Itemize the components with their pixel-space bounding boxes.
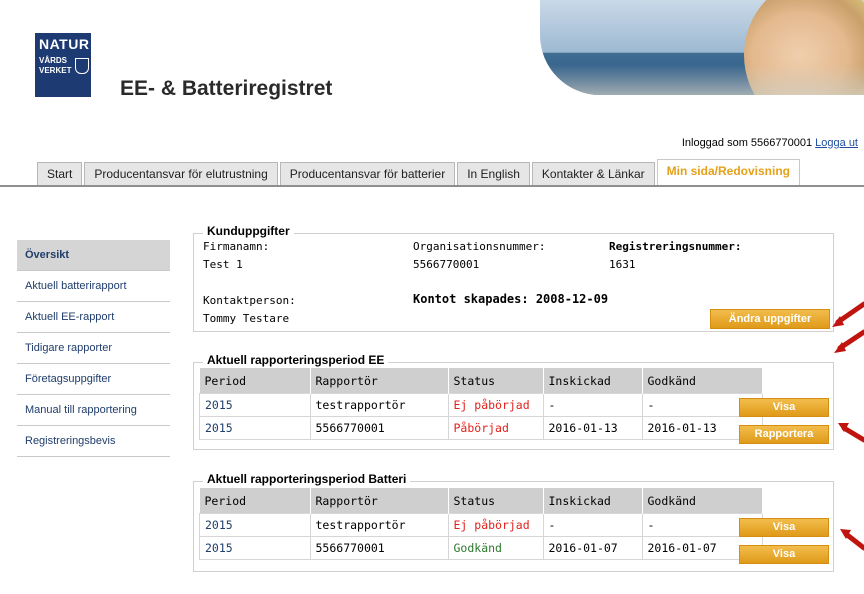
battery-period-legend: Aktuell rapporteringsperiod Batteri — [203, 472, 411, 486]
reg-number-label: Registreringsnummer: — [609, 240, 742, 253]
tab-english[interactable]: In English — [457, 162, 530, 185]
tab-min-sida[interactable]: Min sida/Redovisning — [656, 159, 800, 186]
sent-cell: - — [542, 513, 643, 537]
edit-details-button[interactable]: Ändra uppgifter — [710, 309, 830, 329]
reporter-cell: 5566770001 — [309, 536, 449, 560]
table-row: 2015 testrapportör Ej påbörjad - - — [199, 513, 763, 537]
column-header: Status — [448, 488, 544, 514]
view-button[interactable]: Visa — [739, 398, 829, 417]
column-header: Inskickad — [543, 368, 643, 394]
column-header: Inskickad — [543, 488, 643, 514]
table-row: 2015 5566770001 Påbörjad 2016-01-13 2016… — [199, 416, 763, 440]
status-cell: Påbörjad — [447, 416, 544, 440]
logo-text: VERKET — [39, 66, 72, 75]
arrow-icon — [841, 425, 864, 443]
main-tabs: Start Producentansvar för elutrustning P… — [37, 159, 800, 186]
tab-kontakter[interactable]: Kontakter & Länkar — [531, 162, 655, 185]
ee-period-legend: Aktuell rapporteringsperiod EE — [203, 353, 389, 367]
view-button[interactable]: Visa — [739, 545, 829, 564]
org-number-value: 5566770001 — [413, 258, 480, 271]
period-cell: 2015 — [199, 513, 311, 537]
view-button[interactable]: Visa — [739, 518, 829, 537]
reporter-cell: testrapportör — [309, 513, 449, 537]
column-header: Status — [448, 368, 544, 394]
table-header-row: Period Rapportör Status Inskickad Godkän… — [199, 368, 763, 394]
sidebar-item-batterirapport[interactable]: Aktuell batterirapport — [17, 271, 170, 302]
sent-cell: - — [542, 393, 643, 417]
arrow-icon — [843, 531, 864, 551]
account-created: Kontot skapades: 2008-12-09 — [413, 292, 609, 306]
sidebar-item-ee-rapport[interactable]: Aktuell EE-rapport — [17, 302, 170, 333]
ee-period-table: Period Rapportör Status Inskickad Godkän… — [199, 368, 763, 440]
column-header: Period — [199, 488, 311, 514]
period-cell: 2015 — [199, 536, 311, 560]
report-button[interactable]: Rapportera — [739, 425, 829, 444]
sent-cell: 2016-01-07 — [542, 536, 643, 560]
status-cell: Ej påbörjad — [447, 393, 544, 417]
arrow-icon — [835, 301, 864, 325]
tab-batterier[interactable]: Producentansvar för batterier — [279, 162, 456, 185]
tab-divider — [0, 185, 864, 187]
battery-period-table: Period Rapportör Status Inskickad Godkän… — [199, 488, 763, 560]
sidebar-item-oversikt[interactable]: Översikt — [17, 240, 170, 271]
sent-cell: 2016-01-13 — [542, 416, 643, 440]
tab-elutrustning[interactable]: Producentansvar för elutrustning — [84, 162, 278, 185]
logo-text: VÅRDS — [39, 56, 68, 65]
sidebar-item-registreringsbevis[interactable]: Registreringsbevis — [17, 426, 170, 457]
period-cell: 2015 — [199, 393, 311, 417]
table-header-row: Period Rapportör Status Inskickad Godkän… — [199, 488, 763, 514]
table-row: 2015 testrapportör Ej påbörjad - - — [199, 393, 763, 417]
naturvardsverket-logo: NATUR VÅRDS VERKET — [35, 33, 91, 97]
reg-number-value: 1631 — [609, 258, 636, 271]
contact-label: Kontaktperson: — [203, 294, 296, 307]
logo-text: NATUR — [39, 36, 90, 52]
org-number-label: Organisationsnummer: — [413, 240, 546, 253]
column-header: Rapportör — [310, 368, 449, 394]
status-cell: Ej påbörjad — [447, 513, 544, 537]
column-header: Godkänd — [642, 368, 763, 394]
sidebar-item-foretagsuppgifter[interactable]: Företagsuppgifter — [17, 364, 170, 395]
table-row: 2015 5566770001 Godkänd 2016-01-07 2016-… — [199, 536, 763, 560]
column-header: Rapportör — [310, 488, 449, 514]
header-photo — [540, 0, 864, 95]
sidebar-item-manual[interactable]: Manual till rapportering — [17, 395, 170, 426]
customer-info-legend: Kunduppgifter — [203, 224, 294, 238]
status-cell: Godkänd — [447, 536, 544, 560]
company-label: Firmanamn: — [203, 240, 270, 253]
reporter-cell: 5566770001 — [309, 416, 449, 440]
reporter-cell: testrapportör — [309, 393, 449, 417]
tab-start[interactable]: Start — [37, 162, 83, 185]
contact-value: Tommy Testare — [203, 312, 290, 325]
logout-link[interactable]: Logga ut — [815, 137, 858, 149]
sidebar: Översikt Aktuell batterirapport Aktuell … — [17, 240, 170, 457]
period-cell: 2015 — [199, 416, 311, 440]
login-status: Inloggad som 5566770001 Logga ut — [682, 137, 858, 149]
annotation-arrows — [832, 301, 864, 551]
login-text: Inloggad som 5566770001 — [681, 137, 813, 149]
column-header: Period — [199, 368, 311, 394]
page-title: EE- & Batteriregistret — [120, 77, 333, 100]
crest-icon — [75, 58, 89, 74]
column-header: Godkänd — [642, 488, 763, 514]
sidebar-item-tidigare-rapporter[interactable]: Tidigare rapporter — [17, 333, 170, 364]
company-value: Test 1 — [203, 258, 243, 271]
